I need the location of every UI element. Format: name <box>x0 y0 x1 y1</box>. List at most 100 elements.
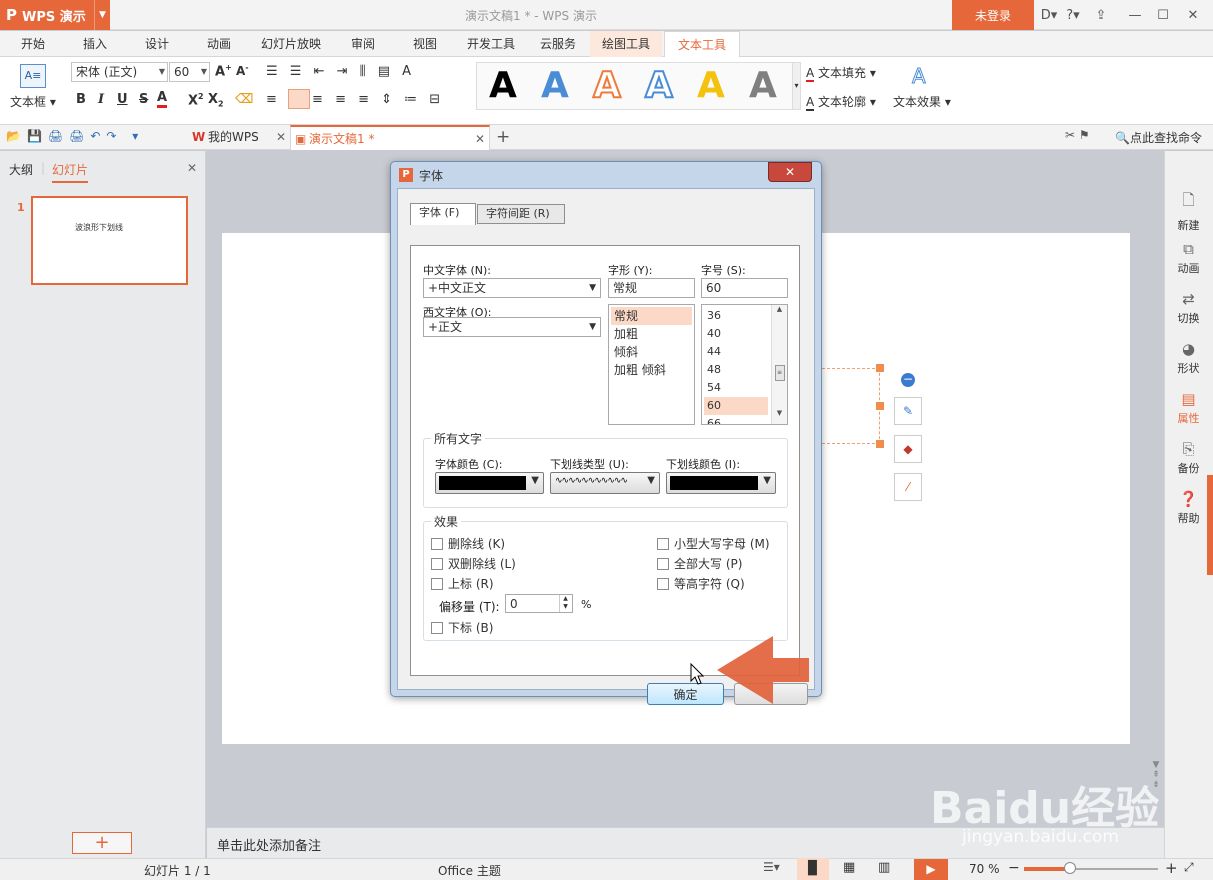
zoom-out-icon[interactable]: − <box>1008 860 1020 876</box>
quick-access-icons[interactable]: 📂💾🖨🖨↶↷ ▾ <box>6 129 144 143</box>
side-panel-handle[interactable] <box>1207 475 1213 575</box>
list-item[interactable]: 常规 <box>611 307 692 325</box>
app-menu-button[interactable]: P WPS 演示 ▼ <box>0 0 110 30</box>
right-help[interactable]: ❓ 帮助 <box>1164 490 1213 526</box>
tab-drawing-tools[interactable]: 绘图工具 <box>590 31 662 57</box>
dialog-close-button[interactable]: ✕ <box>768 162 812 182</box>
normal-view-icon[interactable]: ▉ <box>797 858 829 880</box>
edit-shape-icon[interactable]: ✎ <box>894 397 922 425</box>
command-search[interactable]: 🔍点此查找命令 <box>1115 129 1202 146</box>
font-size-combo[interactable]: 60 ▼ <box>169 62 210 82</box>
font-color-picker[interactable]: ▼ <box>435 472 544 494</box>
new-tab-icon[interactable]: + <box>496 127 510 147</box>
resize-handle[interactable] <box>876 440 884 448</box>
right-shape[interactable]: ◕ 形状 <box>1164 340 1213 376</box>
style-yellow[interactable]: A <box>697 65 725 106</box>
strikethrough-icon[interactable]: S <box>139 92 148 107</box>
cn-font-select[interactable]: +中文正文 ▼ <box>423 278 601 298</box>
list-item[interactable]: 加粗 倾斜 <box>611 361 666 379</box>
spinner-icon[interactable]: ▲ ▼ <box>559 595 571 612</box>
close-icon[interactable]: ✕ <box>276 125 286 149</box>
subscript-icon[interactable]: X2 <box>208 92 224 109</box>
right-transition[interactable]: ⇄ 切换 <box>1164 290 1213 326</box>
grow-font-icon[interactable]: A+ <box>215 63 232 79</box>
size-list-scrollbar[interactable]: ▲ ≡ ▼ <box>771 305 787 424</box>
tab-developer[interactable]: 开发工具 <box>461 31 521 57</box>
tab-start[interactable]: 开始 <box>10 31 56 57</box>
style-blue[interactable]: A <box>541 65 569 106</box>
font-size-input[interactable]: 60 <box>701 278 788 298</box>
underline-icon[interactable]: U <box>117 92 128 107</box>
list-item[interactable]: 加粗 <box>611 325 638 343</box>
zoom-in-icon[interactable]: + <box>1165 859 1178 877</box>
add-slide-button[interactable]: + <box>72 832 132 854</box>
style-blue-outline[interactable]: A <box>644 64 674 107</box>
tab-review[interactable]: 审阅 <box>340 31 386 57</box>
tab-my-wps[interactable]: W 我的WPS ✕ <box>190 125 288 150</box>
gallery-more-icon[interactable]: ▾ <box>792 62 801 110</box>
style-black[interactable]: A <box>489 65 517 106</box>
text-box-selection[interactable] <box>822 368 880 444</box>
tab-animation[interactable]: 动画 <box>196 31 242 57</box>
right-animation[interactable]: ⧉ 动画 <box>1164 240 1213 276</box>
right-new[interactable]: 🗋 新建 <box>1164 190 1213 233</box>
strikethrough-checkbox[interactable]: 删除线 (K) <box>431 535 505 552</box>
fill-bucket-icon[interactable]: ◆ <box>894 435 922 463</box>
tab-text-tools[interactable]: 文本工具 <box>664 31 740 58</box>
superscript-checkbox[interactable]: 上标 (R) <box>431 575 494 592</box>
close-window-icon[interactable]: ✕ <box>1178 0 1208 30</box>
collapse-ribbon-icon[interactable]: ⇪ <box>1086 0 1116 30</box>
align-center-active[interactable] <box>288 89 310 109</box>
double-strike-checkbox[interactable]: 双删除线 (L) <box>431 555 516 572</box>
tab-insert[interactable]: 插入 <box>72 31 118 57</box>
list-item[interactable]: 40 <box>704 325 721 343</box>
list-item[interactable]: 66 <box>704 415 721 424</box>
tab-slides[interactable]: 幻灯片 <box>52 161 89 183</box>
list-item[interactable]: 倾斜 <box>611 343 638 361</box>
text-outline-button[interactable]: A 文本轮廓 ▾ <box>806 93 876 111</box>
collapse-float-icon[interactable]: − <box>901 373 915 387</box>
italic-icon[interactable]: I <box>98 92 104 107</box>
toolbar-tools-icon[interactable]: ✂ ⚑ <box>1065 128 1090 142</box>
textbox-button[interactable]: 文本框 ▾ <box>10 93 56 110</box>
outline-pen-icon[interactable]: ⁄ <box>894 473 922 501</box>
fit-window-icon[interactable]: ⤢ <box>1184 860 1194 875</box>
style-gray[interactable]: A <box>749 65 777 106</box>
close-panel-icon[interactable]: ✕ <box>187 161 197 175</box>
minimize-icon[interactable]: — <box>1120 0 1150 30</box>
list-item[interactable]: 60 <box>704 397 768 415</box>
close-icon[interactable]: ✕ <box>475 127 485 151</box>
font-style-input[interactable]: 常规 <box>608 278 695 298</box>
app-menu-dropdown-icon[interactable]: ▼ <box>94 0 110 30</box>
bold-icon[interactable]: B <box>76 92 86 107</box>
play-slideshow-icon[interactable]: ▶ <box>914 859 948 880</box>
clear-format-icon[interactable]: ⌫ <box>235 92 253 107</box>
list-item[interactable]: 54 <box>704 379 721 397</box>
font-name-combo[interactable]: 宋体 (正文) ▼ <box>71 62 168 82</box>
sorter-view-icon[interactable]: ▦ <box>843 860 855 875</box>
small-caps-checkbox[interactable]: 小型大写字母 (M) <box>657 535 770 552</box>
tab-cloud[interactable]: 云服务 <box>533 31 583 57</box>
dialog-title-bar[interactable]: P 字体 <box>391 162 821 188</box>
text-fill-button[interactable]: A 文本填充 ▾ <box>806 64 876 82</box>
resize-handle[interactable] <box>876 402 884 410</box>
tab-slideshow[interactable]: 幻灯片放映 <box>256 31 326 57</box>
slide-thumbnail[interactable]: 波浪形下划线 <box>31 196 188 285</box>
tab-outline[interactable]: 大纲 <box>9 161 33 178</box>
superscript-icon[interactable]: X2 <box>188 92 204 108</box>
style-orange-outline[interactable]: A <box>592 64 622 107</box>
textbox-icon[interactable]: A≡ <box>20 64 46 88</box>
equal-height-checkbox[interactable]: 等高字符 (Q) <box>657 575 745 592</box>
tab-document[interactable]: ▣ 演示文稿1 * ✕ <box>290 125 490 150</box>
right-backup[interactable]: ⎘ 备份 <box>1164 440 1213 476</box>
list-item[interactable]: 36 <box>704 307 721 325</box>
maximize-icon[interactable]: ☐ <box>1148 0 1178 30</box>
ok-button[interactable]: 确定 <box>647 683 724 705</box>
font-color-icon[interactable]: A <box>157 90 168 108</box>
text-effect-button[interactable]: 文本效果 ▾ <box>893 93 951 110</box>
right-properties[interactable]: ▤ 属性 <box>1164 390 1213 426</box>
login-button[interactable]: 未登录 <box>952 0 1034 30</box>
shrink-font-icon[interactable]: A- <box>236 63 249 78</box>
offset-input[interactable]: 0 ▲ ▼ <box>505 594 573 613</box>
all-caps-checkbox[interactable]: 全部大写 (P) <box>657 555 742 572</box>
